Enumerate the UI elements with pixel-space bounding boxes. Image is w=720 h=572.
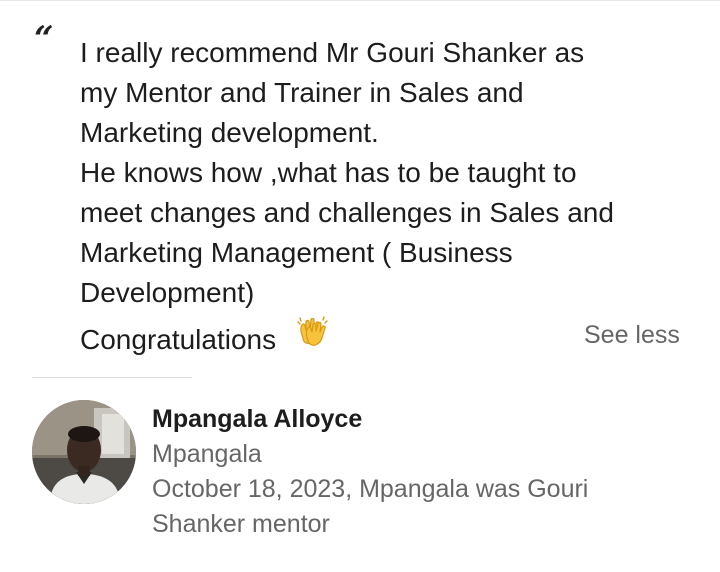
section-divider xyxy=(32,377,192,378)
clapping-hands-icon xyxy=(294,313,330,349)
quote-mark-icon: “ xyxy=(34,19,54,59)
congratulations-text: Congratulations xyxy=(80,324,277,355)
recommendation-line: meet changes and challenges in Sales and xyxy=(80,197,614,228)
recommendation-line: I really recommend Mr Gouri Shanker as xyxy=(80,37,585,68)
recommendation-line: Marketing Management ( Business xyxy=(80,237,513,268)
top-divider xyxy=(0,0,720,1)
avatar[interactable] xyxy=(32,400,136,504)
recommendation-text: I really recommend Mr Gouri Shanker as m… xyxy=(80,33,700,360)
recommendation-line: He knows how ,what has to be taught to xyxy=(80,157,577,188)
author-name[interactable]: Mpangala Alloyce xyxy=(152,403,362,435)
recommendation-line: my Mentor and Trainer in Sales and xyxy=(80,77,524,108)
recommendation-line: Development) xyxy=(80,277,255,308)
recommendation-line: Marketing development. xyxy=(80,117,379,148)
author-relation: October 18, 2023, Mpangala was Gouri Sha… xyxy=(152,475,589,538)
author-headline: Mpangala xyxy=(152,440,262,468)
see-less-button[interactable]: See less xyxy=(584,319,680,351)
